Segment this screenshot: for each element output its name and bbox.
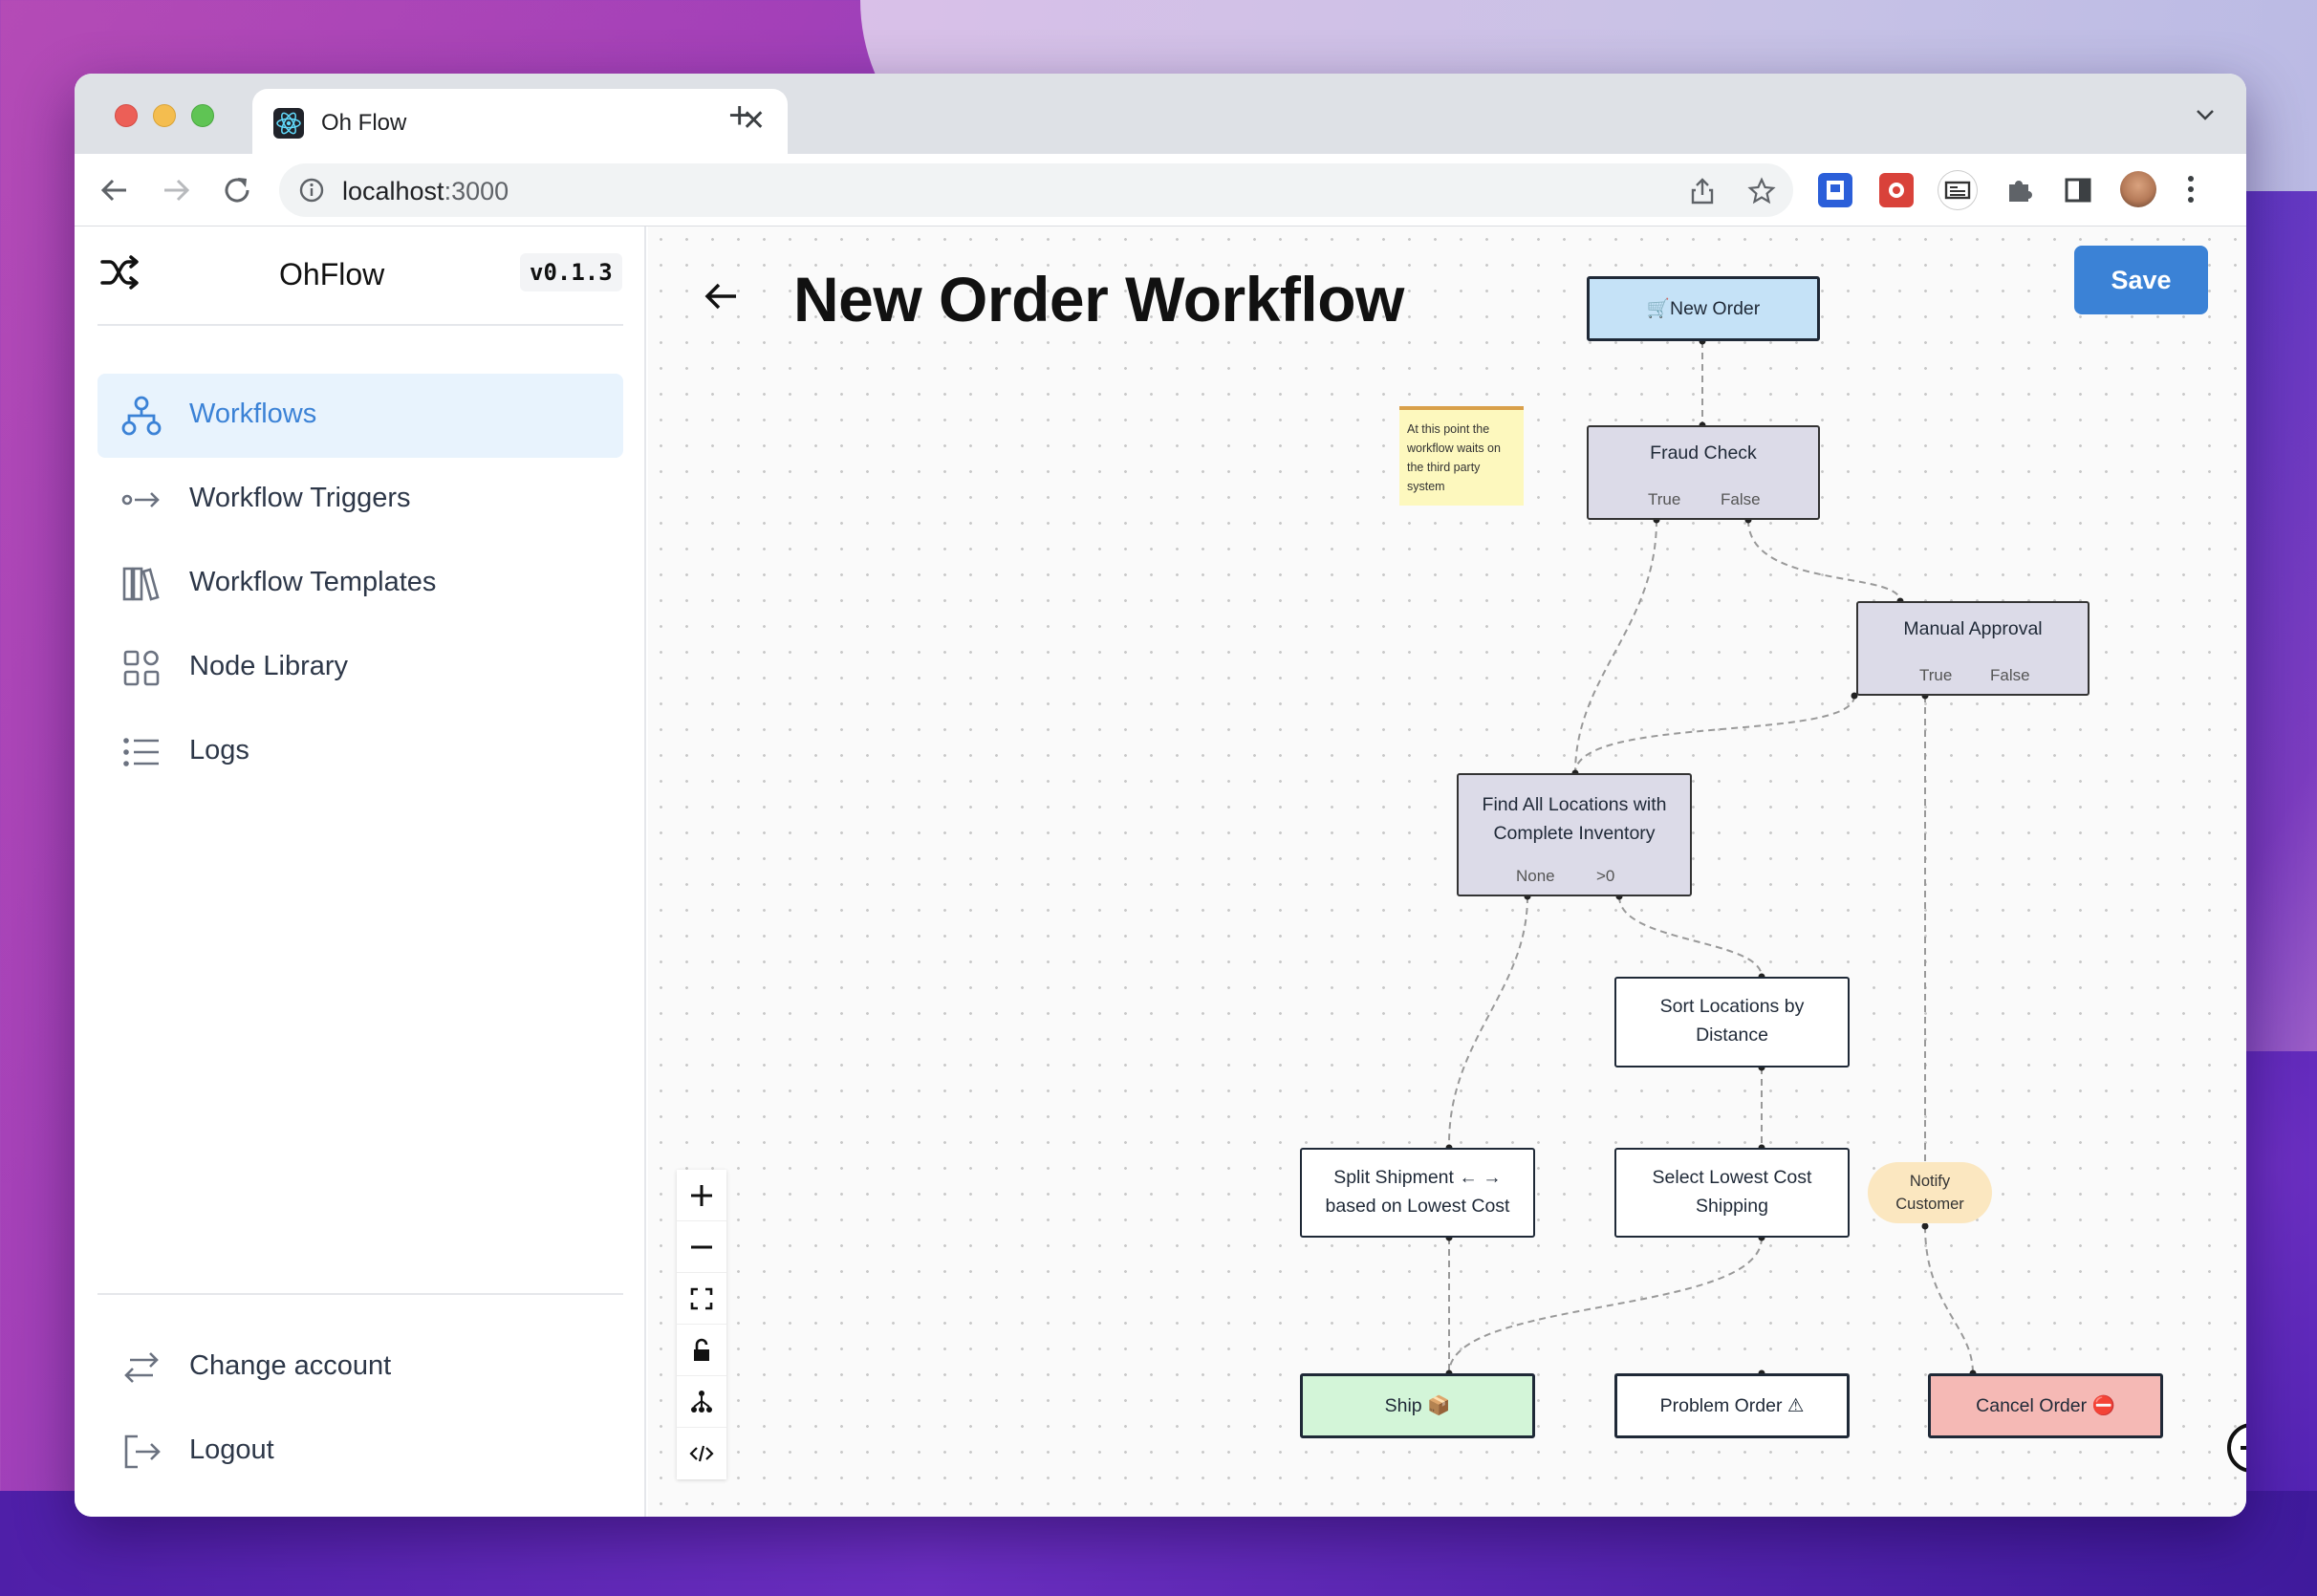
tree-icon — [691, 1391, 712, 1413]
handle-false: False — [1721, 490, 1761, 508]
sidebar-item-workflows[interactable]: Workflows — [97, 374, 623, 458]
logout-icon — [124, 1434, 161, 1469]
sidebar-item-node-library[interactable]: Node Library — [97, 626, 623, 710]
version-badge: v0.1.3 — [520, 253, 622, 291]
node-find-locations[interactable]: Find All Locations with Complete Invento… — [1457, 773, 1692, 896]
node-ship[interactable]: Ship 📦 — [1300, 1373, 1535, 1438]
info-icon[interactable] — [298, 177, 325, 204]
back-icon[interactable] — [97, 173, 132, 207]
reader-mode-icon[interactable] — [1938, 171, 1977, 209]
handle-gt0: >0 — [1596, 867, 1615, 885]
side-panel-icon[interactable] — [2061, 173, 2095, 207]
minus-icon — [691, 1245, 712, 1249]
forward-icon[interactable] — [159, 173, 193, 207]
divider — [97, 1293, 623, 1295]
templates-icon — [122, 567, 160, 601]
fit-view-button[interactable] — [677, 1273, 726, 1325]
handle-true: True — [1648, 490, 1681, 508]
sidebar-item-workflow-templates[interactable]: Workflow Templates — [97, 542, 623, 626]
unlock-icon — [694, 1338, 709, 1361]
zoom-out-button[interactable] — [677, 1221, 726, 1273]
minimize-window-button[interactable] — [153, 104, 176, 127]
grid-icon — [123, 650, 160, 686]
lock-button[interactable] — [677, 1325, 726, 1376]
auto-layout-button[interactable] — [677, 1376, 726, 1428]
brand-name: OhFlow — [279, 257, 385, 291]
puzzle-icon[interactable] — [2002, 173, 2036, 207]
reload-icon[interactable] — [220, 173, 254, 207]
shuffle-logo-icon — [100, 255, 139, 290]
close-window-button[interactable] — [115, 104, 138, 127]
app-root: OhFlow v0.1.3 Workflows Workflow Trigger… — [75, 226, 2246, 1517]
star-icon[interactable] — [1747, 177, 1776, 205]
more-menu-icon[interactable] — [2187, 175, 2195, 204]
node-new-order[interactable]: 🛒New Order — [1587, 276, 1820, 341]
react-icon — [273, 108, 304, 139]
sidebar-item-workflow-triggers[interactable]: Workflow Triggers — [97, 458, 623, 542]
chevron-down-icon[interactable] — [2195, 104, 2216, 125]
change-account-label: Change account — [189, 1350, 392, 1381]
browser-window: Oh Flow ✕ + localhost:3000 OhFlow v0.1.3… — [75, 74, 2246, 1517]
logout-button[interactable]: Logout — [97, 1410, 623, 1494]
browser-toolbar: localhost:3000 — [75, 154, 2246, 226]
extension-1-icon[interactable] — [1818, 173, 1852, 207]
code-icon — [689, 1445, 714, 1462]
workflow-canvas[interactable]: New Order Workflow Save At this point th… — [648, 226, 2246, 1517]
extension-2-icon[interactable] — [1879, 173, 1914, 207]
url-text: localhost:3000 — [342, 177, 509, 205]
logout-label: Logout — [189, 1434, 274, 1465]
add-node-icon[interactable] — [2225, 1421, 2246, 1475]
sidebar-item-label: Workflow Templates — [189, 567, 437, 597]
tab-title: Oh Flow — [321, 110, 407, 136]
node-notify-customer[interactable]: Notify Customer — [1868, 1162, 1992, 1223]
handle-none: None — [1516, 867, 1555, 885]
sidebar-item-logs[interactable]: Logs — [97, 710, 623, 794]
new-tab-button[interactable]: + — [728, 97, 750, 135]
share-icon[interactable] — [1688, 177, 1717, 205]
node-split-shipment[interactable]: Split Shipment ← → based on Lowest Cost — [1300, 1148, 1535, 1238]
browser-tab[interactable]: Oh Flow ✕ — [252, 89, 788, 154]
address-bar[interactable]: localhost:3000 — [279, 163, 1793, 217]
node-cancel-order[interactable]: Cancel Order ⛔ — [1928, 1373, 2163, 1438]
profile-avatar[interactable] — [2120, 171, 2156, 207]
node-sort-locations[interactable]: Sort Locations by Distance — [1614, 977, 1850, 1068]
canvas-controls — [677, 1170, 726, 1479]
change-account-button[interactable]: Change account — [97, 1326, 623, 1410]
sidebar-item-label: Node Library — [189, 651, 349, 681]
sticky-note[interactable]: At this point the workflow waits on the … — [1399, 406, 1524, 506]
sidebar-item-label: Workflow Triggers — [189, 483, 411, 513]
zoom-in-button[interactable] — [677, 1170, 726, 1221]
workflow-icon — [121, 396, 162, 436]
divider — [97, 324, 623, 326]
handle-true: True — [1919, 666, 1953, 684]
node-fraud-check[interactable]: Fraud Check True False — [1587, 425, 1820, 520]
code-view-button[interactable] — [677, 1428, 726, 1479]
fit-view-icon — [690, 1287, 713, 1310]
switch-icon — [124, 1352, 159, 1383]
sidebar-item-label: Workflows — [189, 399, 317, 429]
node-select-shipping[interactable]: Select Lowest Cost Shipping — [1614, 1148, 1850, 1238]
list-icon — [123, 738, 159, 766]
node-manual-approval[interactable]: Manual Approval True False — [1856, 601, 2090, 696]
maximize-window-button[interactable] — [191, 104, 214, 127]
plus-icon — [691, 1185, 712, 1206]
trigger-icon — [121, 492, 160, 507]
sidebar: OhFlow v0.1.3 Workflows Workflow Trigger… — [75, 226, 646, 1517]
tab-bar: Oh Flow ✕ + — [75, 74, 2246, 154]
handle-false: False — [1990, 666, 2030, 684]
node-problem-order[interactable]: Problem Order ⚠ — [1614, 1373, 1850, 1438]
sidebar-item-label: Logs — [189, 735, 249, 766]
